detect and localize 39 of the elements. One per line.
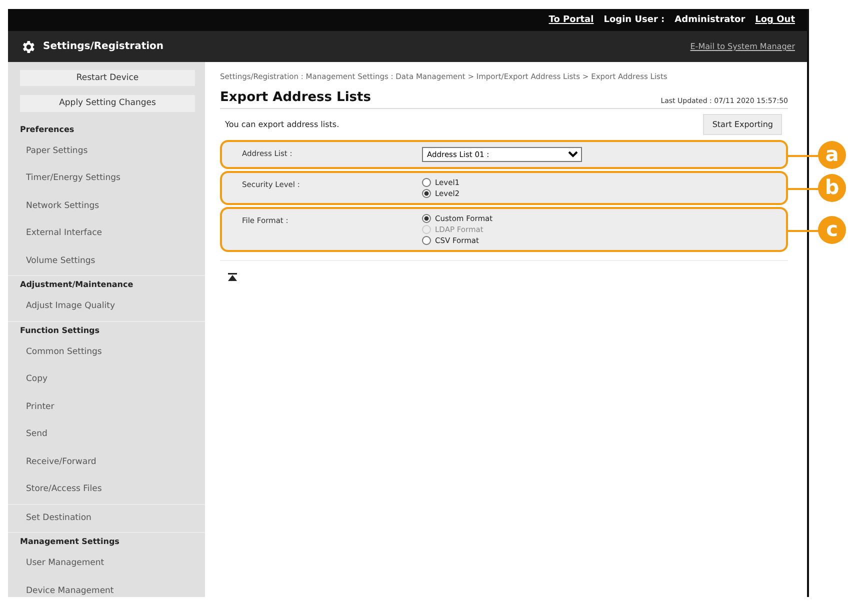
sidebar-section-title: Adjustment/Maintenance xyxy=(19,279,134,291)
callout-badge: b xyxy=(818,174,846,202)
radio-button[interactable] xyxy=(422,178,431,187)
mail-link[interactable]: E-Mail to System Manager xyxy=(690,42,795,51)
sidebar-section-title: Function Settings xyxy=(19,324,101,337)
app-title: Settings/Registration xyxy=(43,41,165,52)
description: You can export address lists. xyxy=(225,120,340,129)
callout-badge: a xyxy=(818,140,846,168)
sidebar-item[interactable]: Copy xyxy=(8,366,205,394)
page-top-icon[interactable] xyxy=(228,273,237,282)
sidebar-button[interactable]: Restart Device xyxy=(20,70,195,86)
sidebar-section-title: Management Settings xyxy=(19,536,120,548)
sidebar-item[interactable]: Receive/Forward xyxy=(8,448,205,476)
sidebar-item[interactable]: Store/Access Files xyxy=(8,476,205,504)
sidebar-section-title: Preferences xyxy=(19,124,76,136)
radio-button[interactable] xyxy=(422,236,431,245)
header-text: Login User : xyxy=(604,15,665,25)
sidebar-item[interactable]: Adjust Image Quality xyxy=(8,293,205,320)
sidebar-item[interactable]: Printer xyxy=(8,394,205,421)
sidebar-item[interactable]: User Management xyxy=(8,550,205,578)
start-exporting-button[interactable]: Start Exporting xyxy=(703,114,782,135)
sidebar-item[interactable]: Timer/Energy Settings xyxy=(8,165,205,192)
sidebar-button[interactable]: Apply Setting Changes xyxy=(20,95,195,112)
sidebar-item[interactable]: Set Destination xyxy=(8,504,205,532)
sidebar-item[interactable]: Device Management xyxy=(8,578,205,597)
header-link[interactable]: To Portal xyxy=(548,15,594,25)
radio-button[interactable] xyxy=(422,189,431,198)
sidebar-item[interactable]: External Interface xyxy=(8,220,205,248)
page-title: Export Address Lists xyxy=(220,90,371,105)
sidebar-item[interactable]: Volume Settings xyxy=(8,248,205,275)
sidebar-item[interactable]: Network Settings xyxy=(8,192,205,220)
header-text: Administrator xyxy=(674,15,746,25)
radio-button[interactable] xyxy=(422,214,431,223)
sidebar-item[interactable]: Paper Settings xyxy=(8,138,205,165)
sidebar-item[interactable]: Common Settings xyxy=(8,338,205,366)
header-link[interactable]: Log Out xyxy=(755,15,795,25)
settings-icon xyxy=(20,38,36,54)
sidebar-item[interactable]: Send xyxy=(8,421,205,448)
callout-badge: c xyxy=(818,216,846,244)
